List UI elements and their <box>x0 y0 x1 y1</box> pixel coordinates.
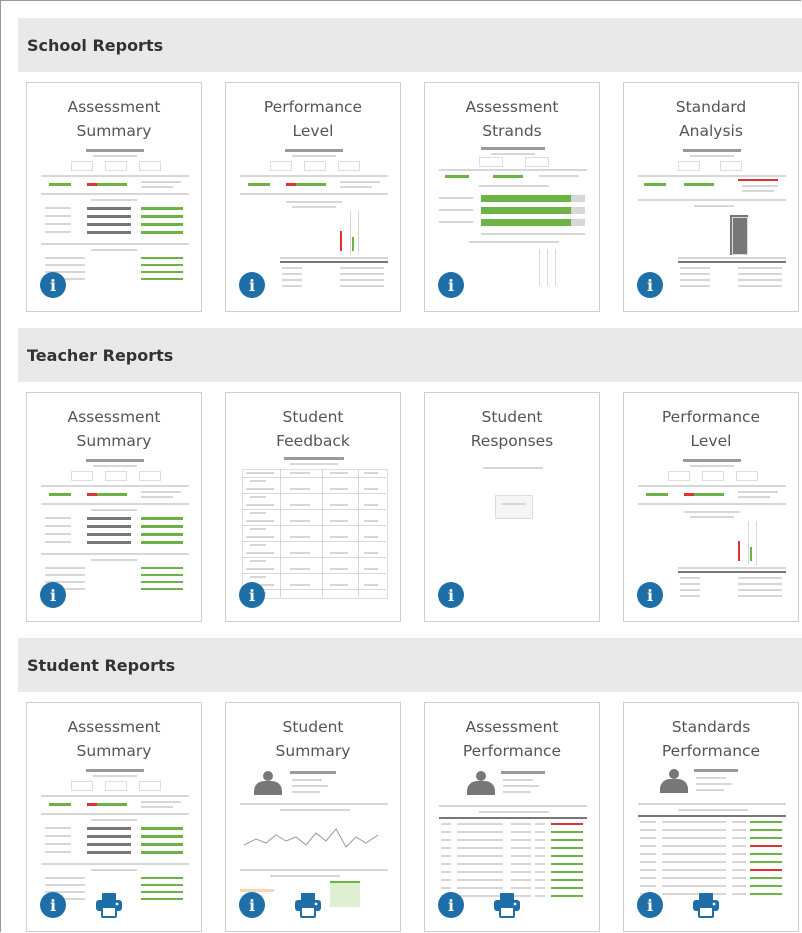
report-card-list: Assessment Summary i Student Summary i Assessm… <box>26 702 802 932</box>
info-icon[interactable]: i <box>239 892 265 918</box>
info-icon[interactable]: i <box>239 582 265 608</box>
report-card-list: Assessment Summary i Performance Level i Asses… <box>26 82 802 312</box>
info-icon[interactable]: i <box>637 272 663 298</box>
student-reports-section: Student Reports Assessment Summary i Studen… <box>18 638 802 932</box>
report-card[interactable]: Assessment Strands i <box>424 82 600 312</box>
report-card-title: Student Responses <box>470 408 554 450</box>
report-card-title: Assessment Strands <box>465 98 559 140</box>
report-preview-thumbnail <box>638 455 786 603</box>
report-preview-thumbnail <box>240 145 388 293</box>
report-card-title: Standards Performance <box>661 718 761 760</box>
report-card[interactable]: Performance Level i <box>225 82 401 312</box>
report-card[interactable]: Performance Level i <box>623 392 799 622</box>
report-card-list: Assessment Summary i Student Feedback i Studen… <box>26 392 802 622</box>
print-icon[interactable] <box>692 892 720 918</box>
report-card[interactable]: Assessment Summary i <box>26 82 202 312</box>
report-card[interactable]: Student Feedback i <box>225 392 401 622</box>
info-icon[interactable]: i <box>40 582 66 608</box>
teacher-reports-section: Teacher Reports Assessment Summary i Studen… <box>18 328 802 622</box>
print-icon[interactable] <box>294 892 322 918</box>
report-card[interactable]: Standards Performance i <box>623 702 799 932</box>
report-card-title: Student Summary <box>275 718 351 760</box>
report-preview-thumbnail <box>638 145 786 293</box>
report-card-title: Student Feedback <box>276 408 350 450</box>
report-card-title: Standard Analysis <box>675 98 747 140</box>
report-card[interactable]: Assessment Summary i <box>26 702 202 932</box>
info-icon[interactable]: i <box>40 892 66 918</box>
report-card[interactable]: Student Responses i <box>424 392 600 622</box>
report-card[interactable]: Student Summary i <box>225 702 401 932</box>
report-card-title: Assessment Performance <box>462 718 562 760</box>
report-card[interactable]: Standard Analysis i <box>623 82 799 312</box>
report-preview-thumbnail <box>439 765 587 913</box>
section-title: School Reports <box>18 18 802 72</box>
report-preview-thumbnail <box>240 455 388 603</box>
report-preview-thumbnail <box>41 765 189 913</box>
report-preview-thumbnail <box>439 145 587 293</box>
info-icon[interactable]: i <box>438 272 464 298</box>
section-title: Student Reports <box>18 638 802 692</box>
report-preview-thumbnail <box>638 765 786 913</box>
report-card[interactable]: Assessment Performance i <box>424 702 600 932</box>
report-preview-thumbnail <box>41 455 189 603</box>
report-preview-thumbnail <box>240 765 388 913</box>
report-preview-thumbnail <box>41 145 189 293</box>
report-preview-thumbnail <box>439 455 587 603</box>
info-icon[interactable]: i <box>438 582 464 608</box>
print-icon[interactable] <box>493 892 521 918</box>
report-card-title: Assessment Summary <box>67 718 161 760</box>
report-card-title: Performance Level <box>263 98 363 140</box>
info-icon[interactable]: i <box>637 892 663 918</box>
school-reports-section: School Reports Assessment Summary i Perform… <box>18 18 802 312</box>
info-icon[interactable]: i <box>239 272 265 298</box>
print-icon[interactable] <box>95 892 123 918</box>
report-card-title: Assessment Summary <box>67 408 161 450</box>
report-card[interactable]: Assessment Summary i <box>26 392 202 622</box>
info-icon[interactable]: i <box>438 892 464 918</box>
report-card-title: Assessment Summary <box>67 98 161 140</box>
info-icon[interactable]: i <box>637 582 663 608</box>
info-icon[interactable]: i <box>40 272 66 298</box>
section-title: Teacher Reports <box>18 328 802 382</box>
report-card-title: Performance Level <box>661 408 761 450</box>
